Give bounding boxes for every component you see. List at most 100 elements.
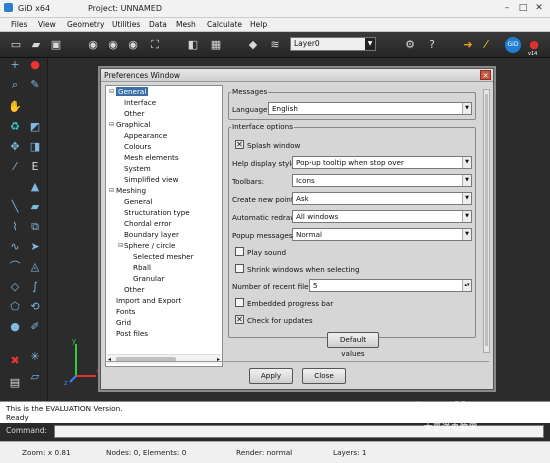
cube-icon[interactable]: ◨	[28, 140, 42, 154]
automatic-redraw-select[interactable]: All windows ▼	[292, 210, 472, 223]
curve-icon[interactable]: ∿	[8, 240, 22, 254]
close-icon[interactable]: ✕	[532, 2, 546, 14]
recent-files-spinbox[interactable]: 5 ▴▾	[309, 279, 472, 292]
menu-geometry[interactable]: Geometry	[67, 20, 104, 29]
line-tool-icon[interactable]: ⁄	[8, 160, 22, 174]
entity-icon[interactable]: E	[28, 160, 42, 174]
minimize-icon[interactable]: –	[500, 2, 514, 14]
collapse-icon[interactable]: ⊟	[109, 88, 114, 95]
help-display-select[interactable]: Pop-up tooltip when stop over ▼	[292, 156, 472, 169]
menu-help[interactable]: Help	[250, 20, 267, 29]
render-icon[interactable]: ◧	[185, 37, 201, 53]
language-select[interactable]: English ▼	[268, 102, 472, 115]
delete-icon[interactable]: ✖	[8, 354, 22, 368]
tree-item-graphical[interactable]: Graphical	[116, 120, 150, 129]
line-icon[interactable]: ╲	[8, 200, 22, 214]
sphere-icon[interactable]: ●	[8, 320, 22, 334]
help-icon[interactable]: ?	[424, 37, 440, 53]
maximize-icon[interactable]: □	[516, 2, 530, 14]
toolbars-select[interactable]: Icons ▼	[292, 174, 472, 187]
dialog-vertical-scrollbar[interactable]	[483, 89, 490, 353]
open-folder-icon[interactable]: ▰	[28, 37, 44, 53]
spinner-arrows-icon[interactable]: ▴▾	[462, 280, 471, 291]
layers-icon[interactable]: ≋	[267, 37, 283, 53]
scrollbar-thumb[interactable]	[485, 94, 488, 346]
view-eye-3-icon[interactable]: ◉	[125, 37, 141, 53]
tree-item-meshing-other[interactable]: Other	[124, 285, 144, 294]
tree-item-sphere-circle[interactable]: Sphere / circle	[124, 241, 175, 250]
polyline-icon[interactable]: ⌇	[8, 220, 22, 234]
record-icon[interactable]: ●	[28, 58, 42, 72]
move-icon[interactable]: ✥	[8, 140, 22, 154]
collapse-icon[interactable]: ⊟	[109, 121, 114, 128]
tree-item-general[interactable]: General	[116, 87, 149, 96]
menu-view[interactable]: View	[38, 20, 56, 29]
edit-icon[interactable]: ✐	[28, 320, 42, 334]
dialog-close-icon[interactable]: ✕	[480, 70, 491, 80]
view-eye-2-icon[interactable]: ◉	[105, 37, 121, 53]
settings-icon[interactable]: ⚙	[402, 37, 418, 53]
recycle-icon[interactable]: ♻	[8, 120, 22, 134]
grid-icon[interactable]: ✳	[28, 350, 42, 364]
tree-item-import-export[interactable]: Import and Export	[116, 296, 181, 305]
layers-tool-icon[interactable]: ▱	[28, 370, 42, 384]
menu-utilities[interactable]: Utilities	[112, 20, 140, 29]
list-icon[interactable]: ▤	[8, 376, 22, 390]
collapse-icon[interactable]: ⊟	[109, 187, 114, 194]
tree-item-rball[interactable]: Rball	[133, 263, 151, 272]
apply-button[interactable]: Apply	[249, 368, 293, 384]
menu-files[interactable]: Files	[11, 20, 27, 29]
folder-icon[interactable]: ▰	[28, 200, 42, 214]
postprocess-icon[interactable]: ⁄	[478, 37, 494, 53]
spline-icon[interactable]: ∫	[28, 280, 42, 294]
tree-item-selected-mesher[interactable]: Selected mesher	[133, 252, 194, 261]
volume-icon[interactable]: ▲	[28, 180, 42, 194]
tree-item-meshing-general[interactable]: General	[124, 197, 152, 206]
arc-icon[interactable]: ⌒	[8, 260, 22, 274]
tree-item-chordal-error[interactable]: Chordal error	[124, 219, 171, 228]
point-tool-icon[interactable]: +	[8, 58, 22, 72]
check-updates-checkbox[interactable]: ✕	[235, 315, 244, 324]
loop-icon[interactable]: ⟲	[28, 300, 42, 314]
splash-window-checkbox[interactable]: ✕	[235, 140, 244, 149]
tree-item-appearance[interactable]: Appearance	[124, 131, 167, 140]
tree-horizontal-scrollbar[interactable]: ◂ ▸	[107, 354, 221, 364]
create-point-select[interactable]: Ask ▼	[292, 192, 472, 205]
tree-item-mesh-elements[interactable]: Mesh elements	[124, 153, 179, 162]
hand-icon[interactable]: ✋	[8, 100, 22, 114]
polygon-icon[interactable]: ⬠	[8, 300, 22, 314]
tree-item-simplified-view[interactable]: Simplified view	[124, 175, 178, 184]
popup-messages-select[interactable]: Normal ▼	[292, 228, 472, 241]
default-values-button[interactable]: Default values	[327, 332, 379, 358]
tree-item-structuration-type[interactable]: Structuration type	[124, 208, 190, 217]
menu-data[interactable]: Data	[149, 20, 167, 29]
image-icon[interactable]: ▦	[208, 37, 224, 53]
tree-item-grid[interactable]: Grid	[116, 318, 131, 327]
tree-item-interface[interactable]: Interface	[124, 98, 156, 107]
collapse-icon[interactable]: ⊟	[118, 242, 123, 249]
zoom-tool-icon[interactable]: ⌕	[8, 78, 22, 92]
tree-item-system[interactable]: System	[124, 164, 151, 173]
zoom-frame-icon[interactable]: ⛶	[147, 37, 163, 53]
menu-calculate[interactable]: Calculate	[207, 20, 242, 29]
tree-item-post-files[interactable]: Post files	[116, 329, 148, 338]
tree-item-fonts[interactable]: Fonts	[116, 307, 135, 316]
tree-item-other[interactable]: Other	[124, 109, 144, 118]
view-eye-icon[interactable]: ◉	[85, 37, 101, 53]
surface-icon[interactable]: ◩	[28, 120, 42, 134]
shrink-windows-checkbox[interactable]	[235, 264, 244, 273]
calculate-arrow-icon[interactable]: ➜	[460, 37, 476, 53]
tree-item-boundary-layer[interactable]: Boundary layer	[124, 230, 179, 239]
tree-item-meshing[interactable]: Meshing	[116, 186, 146, 195]
sweep-icon[interactable]: ◬	[28, 260, 42, 274]
copy-icon[interactable]: ⧉	[28, 220, 42, 234]
tree-item-colours[interactable]: Colours	[124, 142, 151, 151]
layer-select[interactable]: Layer0 ▼	[290, 37, 376, 51]
close-button[interactable]: Close	[302, 368, 346, 384]
menu-mesh[interactable]: Mesh	[176, 20, 196, 29]
embedded-progress-checkbox[interactable]	[235, 298, 244, 307]
play-sound-checkbox[interactable]	[235, 247, 244, 256]
tree-item-granular[interactable]: Granular	[133, 274, 164, 283]
mesh-icon[interactable]: ◆	[245, 37, 261, 53]
arrow-tool-icon[interactable]: ➤	[28, 240, 42, 254]
